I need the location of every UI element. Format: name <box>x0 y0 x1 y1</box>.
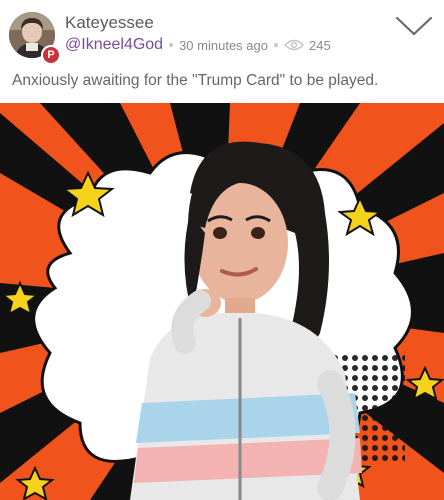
view-count: 245 <box>308 37 331 53</box>
author-avatar-wrap[interactable]: P <box>9 12 61 65</box>
chevron-down-icon[interactable] <box>394 14 434 38</box>
post-meta: @Ikneel4God 30 minutes ago 245 <box>65 36 331 54</box>
post-image[interactable] <box>0 103 444 500</box>
post-header: P Kateyessee @Ikneel4God 30 minutes ago … <box>0 0 444 68</box>
parler-p-icon: P <box>41 45 61 65</box>
author-name[interactable]: Kateyessee <box>65 13 154 33</box>
author-handle[interactable]: @Ikneel4God <box>65 36 163 54</box>
post-timestamp: 30 minutes ago <box>179 37 268 53</box>
eye-icon <box>283 39 304 51</box>
cartoon-avatar-image <box>0 103 444 500</box>
separator-dot <box>273 43 278 47</box>
separator-dot <box>169 43 174 47</box>
post-text: Anxiously awaiting for the "Trump Card" … <box>12 72 379 89</box>
